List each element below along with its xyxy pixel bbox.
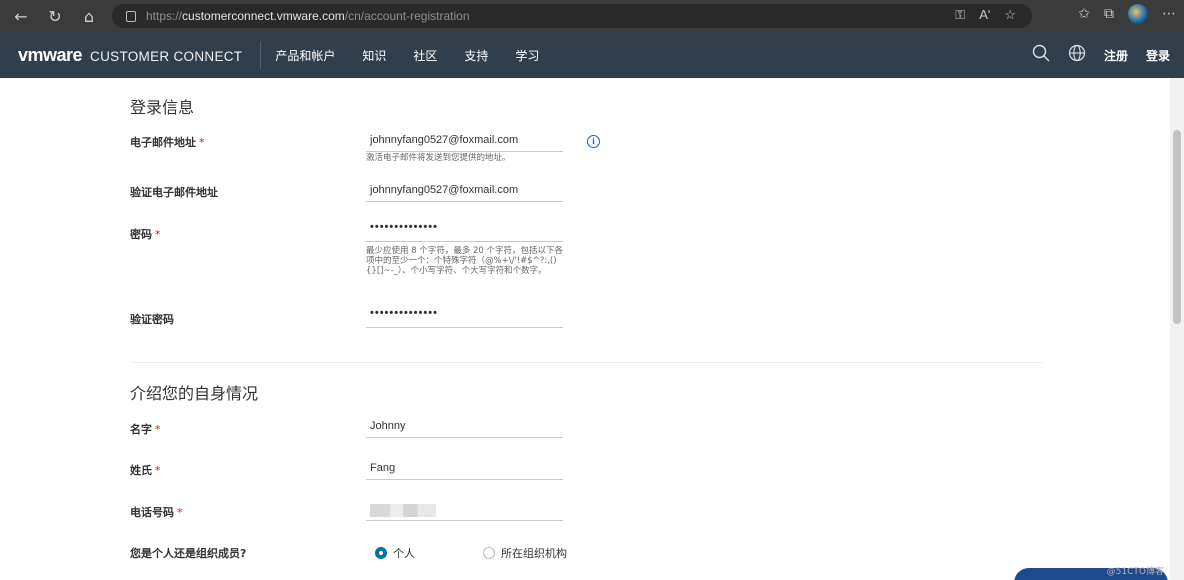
favorite-add-icon[interactable]: ☆ [1004, 7, 1016, 23]
address-bar-actions: ⚿ Aʹ ☆ [955, 7, 1016, 23]
home-icon[interactable]: ⌂ [76, 3, 102, 29]
main-nav: 产品和帐户 知识 社区 支持 学习 [275, 47, 539, 64]
logo-product: CUSTOMER CONNECT [90, 48, 243, 64]
vmware-logo[interactable]: vmware CUSTOMER CONNECT [18, 45, 242, 66]
header-divider [260, 41, 262, 69]
info-icon[interactable]: i [587, 135, 600, 148]
verify-email-field[interactable]: johnnyfang0527@foxmail.com [366, 180, 563, 202]
header-actions: 注册 登录 [1032, 32, 1170, 78]
required-mark: * [177, 506, 183, 519]
registration-form: 登录信息 电子邮件地址 * johnnyfang0527@foxmail.com … [0, 78, 1170, 580]
member-type-label: 您是个人还是组织成员? [130, 547, 247, 560]
last-name-field[interactable]: Fang [366, 458, 563, 480]
verify-password-field[interactable]: •••••••••••••• [366, 306, 563, 328]
first-name-label-text: 名字 [130, 423, 152, 436]
phone-value-redacted [370, 504, 436, 517]
last-name-label-text: 姓氏 [130, 464, 152, 477]
first-name-field[interactable]: Johnny [366, 416, 563, 438]
email-label: 电子邮件地址 * [130, 134, 205, 150]
watermark: @51CTO博客 [1106, 567, 1164, 577]
page-scrollbar[interactable] [1170, 78, 1184, 580]
site-header: vmware CUSTOMER CONNECT 产品和帐户 知识 社区 支持 学… [0, 32, 1184, 78]
required-mark: * [199, 136, 205, 149]
required-mark: * [155, 464, 161, 477]
favorites-icon[interactable]: ✩ [1078, 6, 1090, 22]
key-icon[interactable]: ⚿ [955, 7, 965, 23]
radio-individual[interactable]: 个人 [375, 545, 415, 561]
read-aloud-icon[interactable]: Aʹ [979, 7, 990, 23]
address-bar[interactable]: https://customerconnect.vmware.com/cn/ac… [112, 4, 1032, 28]
scrollbar-thumb[interactable] [1173, 130, 1181, 324]
first-name-label: 名字 * [130, 421, 161, 437]
password-field[interactable]: •••••••••••••• [366, 220, 563, 242]
url-host: customerconnect.vmware.com [182, 9, 345, 23]
profile-title: 介绍您的自身情况 [130, 384, 259, 403]
section-divider [130, 362, 1042, 363]
logo-brand: vmware [18, 44, 83, 65]
refresh-icon[interactable]: ↻ [42, 3, 68, 29]
last-name-label: 姓氏 * [130, 462, 161, 478]
verify-password-label: 验证密码 [130, 313, 174, 326]
nav-learning[interactable]: 学习 [515, 47, 539, 64]
required-mark: * [155, 423, 161, 436]
email-field[interactable]: johnnyfang0527@foxmail.com [366, 130, 563, 152]
radio-organization[interactable]: 所在组织机构 [483, 545, 567, 561]
collections-icon[interactable]: ⧉ [1104, 6, 1114, 22]
nav-products-accounts[interactable]: 产品和帐户 [275, 47, 335, 64]
radio-organization-label: 所在组织机构 [501, 547, 567, 560]
back-icon[interactable]: ← [8, 3, 34, 29]
login-info-title: 登录信息 [130, 98, 195, 117]
browser-toolbar: ← ↻ ⌂ https://customerconnect.vmware.com… [0, 0, 1184, 32]
email-help: 激活电子邮件将发送到您提供的地址。 [366, 153, 511, 163]
required-mark: * [155, 228, 161, 241]
login-button[interactable]: 登录 [1146, 47, 1170, 64]
profile-avatar[interactable] [1128, 4, 1148, 24]
url-path: /cn/account-registration [344, 9, 470, 23]
radio-dot [375, 547, 387, 559]
radio-individual-label: 个人 [393, 547, 415, 560]
browser-actions: ✩ ⧉ ⋯ [1078, 4, 1176, 24]
email-label-text: 电子邮件地址 [130, 136, 196, 149]
verify-email-label: 验证电子邮件地址 [130, 186, 218, 199]
more-menu-icon[interactable]: ⋯ [1162, 6, 1176, 22]
nav-community[interactable]: 社区 [413, 47, 437, 64]
url-scheme: https:// [146, 9, 183, 23]
password-label: 密码 * [130, 226, 161, 242]
radio-dot [483, 547, 495, 559]
nav-support[interactable]: 支持 [464, 47, 488, 64]
register-button[interactable]: 注册 [1104, 47, 1128, 64]
nav-knowledge[interactable]: 知识 [362, 47, 386, 64]
password-label-text: 密码 [130, 228, 152, 241]
globe-icon[interactable] [1068, 44, 1086, 67]
password-help: 最少应使用 8 个字符，最多 20 个字符，包括以下各项中的至少一个：个特殊字符… [366, 246, 564, 276]
lock-icon [126, 10, 136, 22]
phone-label-text: 电话号码 [130, 506, 174, 519]
search-icon[interactable] [1032, 44, 1050, 67]
phone-label: 电话号码 * [130, 504, 183, 520]
